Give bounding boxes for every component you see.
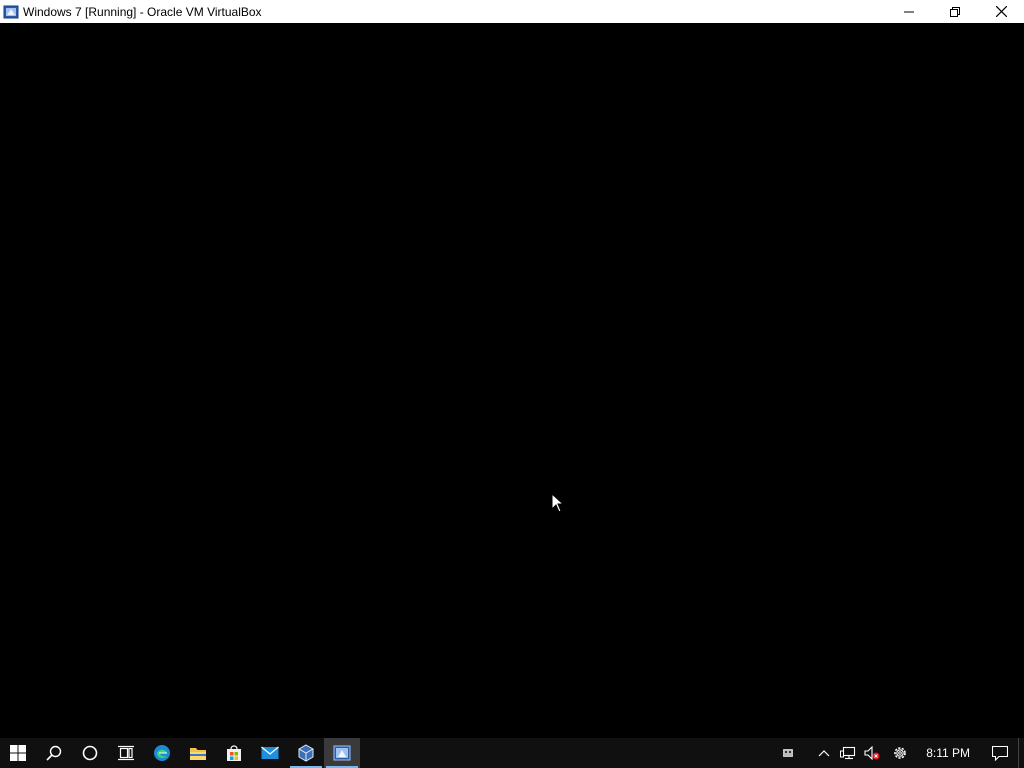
taskbar-file-explorer[interactable] — [180, 738, 216, 768]
input-indicator-button[interactable] — [776, 738, 800, 768]
window-titlebar[interactable]: Windows 7 [Running] - Oracle VM VirtualB… — [0, 0, 1024, 23]
taskbar: 8:11 PM — [0, 738, 1024, 768]
action-center-icon — [992, 745, 1008, 761]
restore-icon — [950, 6, 960, 17]
virtualbox-app-icon — [333, 745, 351, 761]
restore-button[interactable] — [932, 0, 978, 23]
close-button[interactable] — [978, 0, 1024, 23]
mail-icon — [261, 746, 279, 759]
window-title: Windows 7 [Running] - Oracle VM VirtualB… — [23, 4, 262, 19]
close-icon — [995, 6, 1007, 17]
taskbar-mail[interactable] — [252, 738, 288, 768]
action-center-button[interactable] — [982, 738, 1018, 768]
window-controls — [886, 0, 1024, 23]
edge-icon — [154, 745, 170, 761]
volume-muted-icon — [864, 746, 880, 760]
taskbar-virtualbox-vm[interactable] — [324, 738, 360, 768]
taskbar-clock[interactable]: 8:11 PM — [912, 746, 982, 760]
network-button[interactable] — [836, 738, 860, 768]
network-icon — [840, 746, 856, 760]
virtualbox-app-icon[interactable] — [3, 4, 19, 20]
cortana-button[interactable] — [72, 738, 108, 768]
show-hidden-icons-button[interactable] — [812, 738, 836, 768]
taskbar-edge[interactable] — [144, 738, 180, 768]
search-button[interactable] — [36, 738, 72, 768]
cortana-circle-icon — [82, 745, 98, 761]
settings-gear-icon — [894, 747, 906, 759]
show-desktop-button[interactable] — [1018, 738, 1024, 768]
store-bag-icon — [227, 745, 241, 761]
settings-button[interactable] — [888, 738, 912, 768]
chevron-up-icon — [818, 750, 830, 757]
system-tray: 8:11 PM — [776, 738, 1024, 768]
taskbar-virtualbox-manager[interactable] — [288, 738, 324, 768]
minimize-button[interactable] — [886, 0, 932, 23]
folder-icon — [190, 748, 206, 760]
vm-display[interactable] — [0, 23, 1024, 738]
minimize-icon — [904, 11, 914, 12]
input-indicator-icon — [783, 749, 794, 757]
volume-button[interactable] — [860, 738, 884, 768]
mouse-cursor-icon — [551, 493, 565, 513]
windows-logo-icon — [10, 745, 26, 761]
task-view-icon — [118, 745, 134, 761]
search-icon — [46, 745, 62, 761]
task-view-button[interactable] — [108, 738, 144, 768]
start-button[interactable] — [0, 738, 36, 768]
taskbar-store[interactable] — [216, 738, 252, 768]
virtualbox-cube-icon — [298, 744, 314, 762]
